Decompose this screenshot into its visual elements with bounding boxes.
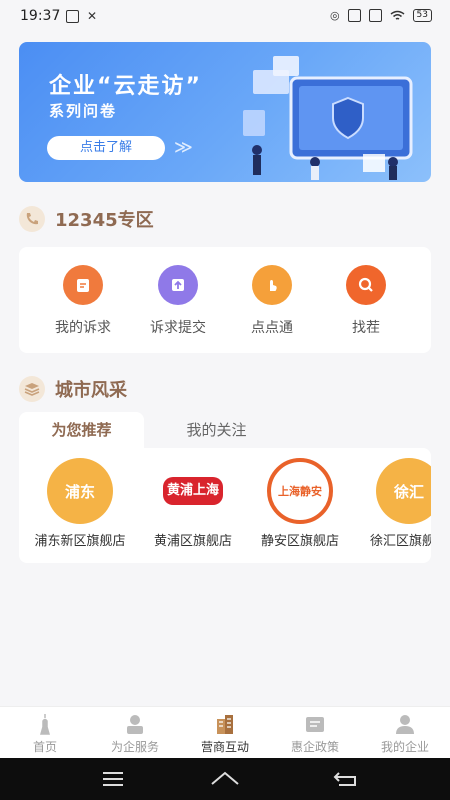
jingan-logo: 上海静安 — [267, 458, 333, 524]
nav-my-enterprise[interactable]: 我的企业 — [360, 713, 450, 755]
nav-label: 我的企业 — [380, 740, 429, 754]
location-icon: ◎ — [329, 9, 340, 22]
store-item-pudong[interactable]: 浦东 浦东新区旗舰店 — [25, 458, 135, 549]
layers-icon — [19, 376, 45, 402]
learn-more-button[interactable]: 点击了解 — [47, 136, 165, 160]
logo-text: 黄浦上海 — [163, 477, 223, 505]
find-fault-button[interactable]: 找茬 — [316, 265, 416, 337]
notification-icon — [66, 10, 79, 23]
nav-label: 首页 — [32, 740, 57, 754]
store-list: 浦东 浦东新区旗舰店 黄浦上海 黄浦区旗舰店 上海静安 静安区旗舰店 徐汇 徐汇… — [19, 448, 431, 563]
tower-icon — [34, 713, 56, 735]
my-requests-button[interactable]: 我的诉求 — [33, 265, 133, 337]
banner-title: 企业“云走访” — [49, 74, 202, 99]
menu-icon[interactable] — [98, 768, 128, 790]
service-label: 找茬 — [352, 320, 380, 336]
policy-icon — [304, 713, 326, 735]
wifi-icon — [390, 10, 405, 20]
store-name: 浦东新区旗舰店 — [34, 534, 126, 549]
nav-business-interaction[interactable]: 营商互动 — [180, 713, 270, 755]
tools-icon: ✕ — [87, 9, 98, 23]
service-card: 我的诉求 诉求提交 点点通 找茬 — [19, 247, 431, 353]
banner-subtitle: 系列问卷 — [49, 102, 118, 120]
pudong-logo: 浦东 — [47, 458, 113, 524]
bottom-nav: 首页 为企服务 营商互动 惠企政策 我的企业 — [0, 706, 450, 758]
tab-following[interactable]: 我的关注 — [164, 412, 269, 448]
vibrate-icon — [347, 9, 361, 22]
upload-icon — [158, 265, 198, 305]
banner-illustration — [243, 56, 413, 180]
service-label: 我的诉求 — [55, 320, 111, 336]
city-tabs: 为您推荐 我的关注 — [19, 412, 431, 448]
xuhui-logo: 徐汇 — [376, 458, 431, 524]
back-icon[interactable] — [330, 768, 360, 790]
nav-enterprise-service[interactable]: 为企服务 — [90, 713, 180, 755]
tab-recommended[interactable]: 为您推荐 — [19, 412, 144, 448]
battery-icon: 53 — [412, 9, 432, 22]
home-icon[interactable] — [210, 768, 240, 790]
double-chevron-icon: ≫ — [174, 137, 193, 158]
store-item-xuhui[interactable]: 徐汇 徐汇区旗舰店 — [354, 458, 431, 549]
logo-text: 徐汇 — [393, 482, 424, 501]
clipboard-icon — [63, 265, 103, 305]
service-label: 诉求提交 — [150, 320, 206, 336]
logo-text: 上海静安 — [278, 485, 322, 498]
nfc-icon — [368, 9, 382, 22]
submit-request-button[interactable]: 诉求提交 — [128, 265, 228, 337]
status-time: 19:37 — [20, 8, 61, 24]
search-icon — [346, 265, 386, 305]
nav-label: 为企服务 — [110, 740, 159, 754]
service-label: 点点通 — [251, 320, 293, 336]
promo-banner[interactable]: 企业“云走访” 系列问卷 点击了解 ≫ — [19, 42, 431, 182]
nav-label: 惠企政策 — [290, 740, 339, 754]
nav-policy[interactable]: 惠企政策 — [270, 713, 360, 755]
store-name: 徐汇区旗舰店 — [369, 534, 431, 549]
service-icon — [124, 713, 146, 735]
store-item-huangpu[interactable]: 黄浦上海 黄浦区旗舰店 — [138, 458, 248, 549]
section-title: 12345专区 — [55, 210, 154, 231]
dian-dian-tong-button[interactable]: 点点通 — [222, 265, 322, 337]
nav-label: 营商互动 — [200, 740, 249, 754]
store-name: 黄浦区旗舰店 — [153, 534, 232, 549]
building-icon — [214, 713, 236, 735]
store-name: 静安区旗舰店 — [260, 534, 339, 549]
system-nav-bar — [0, 758, 450, 800]
phone-icon — [19, 206, 45, 232]
user-icon — [394, 713, 416, 735]
logo-text: 浦东 — [64, 482, 95, 501]
store-item-jingan[interactable]: 上海静安 静安区旗舰店 — [245, 458, 355, 549]
huangpu-logo: 黄浦上海 — [160, 458, 226, 524]
section-12345-header: 12345专区 — [19, 204, 154, 234]
section-title: 城市风采 — [55, 380, 127, 401]
nav-home[interactable]: 首页 — [0, 713, 90, 755]
tap-hand-icon — [252, 265, 292, 305]
section-city-header: 城市风采 — [19, 374, 127, 404]
status-bar: 19:37 ✕ ◎ 53 — [0, 0, 450, 34]
